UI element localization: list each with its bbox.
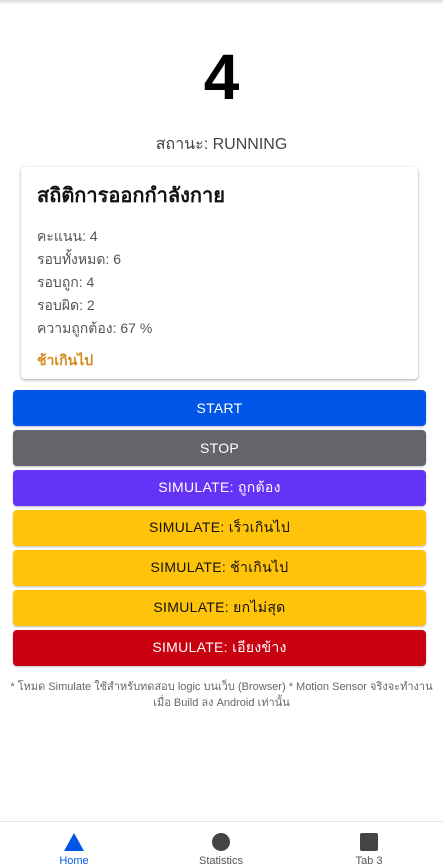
score-display: 4: [203, 41, 240, 113]
stop-button[interactable]: STOP: [13, 430, 426, 466]
simulate-correct-button[interactable]: SIMULATE: ถูกต้อง: [13, 470, 426, 506]
bottom-tab-bar: Home Statistics Tab 3: [0, 821, 443, 867]
simulate-note: * โหมด Simulate ใช้สำหรับทดสอบ logic บนเ…: [10, 681, 433, 709]
tab-3[interactable]: Tab 3: [295, 822, 443, 867]
square-icon: [360, 833, 378, 855]
stat-list: คะแนน: 4 รอบทั้งหมด: 6 รอบถูก: 4 รอบผิด:…: [37, 225, 402, 340]
tab-home-label: Home: [59, 855, 89, 867]
status-text: สถานะ: RUNNING: [155, 136, 288, 153]
tab-statistics[interactable]: Statistics: [147, 822, 295, 867]
exercise-stats-card: สถิติการออกกำลังกาย คะแนน: 4 รอบทั้งหมด:…: [21, 167, 418, 379]
stat-total-reps: รอบทั้งหมด: 6: [37, 251, 121, 267]
start-button[interactable]: START: [13, 390, 426, 426]
feedback-text: ช้าเกินไป: [37, 352, 94, 368]
circle-icon: [212, 833, 230, 855]
top-edge-shadow: [0, 0, 443, 5]
stat-score: คะแนน: 4: [37, 228, 98, 244]
simulate-tilt-side-button[interactable]: SIMULATE: เอียงข้าง: [13, 630, 426, 666]
stat-accuracy: ความถูกต้อง: 67 %: [37, 320, 153, 336]
simulate-not-full-lift-button[interactable]: SIMULATE: ยกไม่สุด: [13, 590, 426, 626]
triangle-icon: [64, 833, 84, 855]
stat-wrong-reps: รอบผิด: 2: [37, 297, 95, 313]
card-title: สถิติการออกกำลังกาย: [37, 185, 225, 207]
stat-correct-reps: รอบถูก: 4: [37, 274, 95, 290]
tab-3-label: Tab 3: [355, 855, 383, 867]
tab-statistics-label: Statistics: [198, 855, 243, 867]
tab-home[interactable]: Home: [0, 822, 148, 867]
simulate-too-slow-button[interactable]: SIMULATE: ช้าเกินไป: [13, 550, 426, 586]
simulate-too-fast-button[interactable]: SIMULATE: เร็วเกินไป: [13, 510, 426, 546]
